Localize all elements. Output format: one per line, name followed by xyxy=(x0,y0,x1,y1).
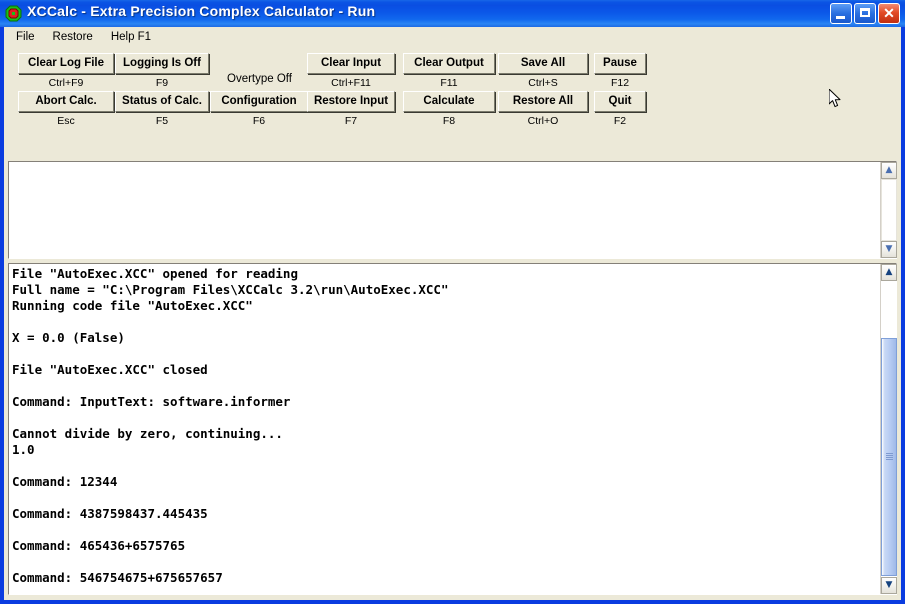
configuration-button[interactable]: Configuration xyxy=(210,91,308,112)
configuration-key: F6 xyxy=(252,115,266,127)
maximize-icon xyxy=(860,8,870,17)
output-text-pane[interactable]: File "AutoExec.XCC" opened for reading F… xyxy=(7,262,898,596)
menu-bar: File Restore Help F1 xyxy=(4,27,901,46)
input-pane-scrollbar[interactable]: ▲ ▼ xyxy=(880,162,897,258)
save-all-key: Ctrl+S xyxy=(528,77,558,89)
maximize-button[interactable] xyxy=(854,3,876,24)
calculate-button[interactable]: Calculate xyxy=(403,91,495,112)
calculate-key: F8 xyxy=(442,115,456,127)
input-scroll-thumb[interactable] xyxy=(881,179,897,241)
input-scroll-up-button[interactable]: ▲ xyxy=(881,162,897,179)
clear-log-file-key: Ctrl+F9 xyxy=(48,77,84,89)
output-scroll-up-button[interactable]: ▲ xyxy=(881,264,897,281)
input-scroll-down-button[interactable]: ▼ xyxy=(881,241,897,258)
logging-is-off-button[interactable]: Logging Is Off xyxy=(115,53,209,74)
clear-output-key: F11 xyxy=(440,77,458,89)
output-scroll-track[interactable] xyxy=(881,281,897,577)
restore-all-button[interactable]: Restore All xyxy=(498,91,588,112)
output-scroll-thumb[interactable] xyxy=(881,338,897,576)
application-window: XCCalc - Extra Precision Complex Calcula… xyxy=(0,0,905,604)
input-text-pane[interactable]: ▲ ▼ xyxy=(7,160,898,260)
status-of-calc-key: F5 xyxy=(155,115,169,127)
status-of-calc-button[interactable]: Status of Calc. xyxy=(115,91,209,112)
scroll-grip-icon xyxy=(886,453,893,460)
quit-key: F2 xyxy=(613,115,627,127)
minimize-button[interactable] xyxy=(830,3,852,24)
save-all-button[interactable]: Save All xyxy=(498,53,588,74)
chevron-up-icon: ▲ xyxy=(885,267,893,277)
chevron-up-icon: ▲ xyxy=(885,165,893,175)
window-title: XCCalc - Extra Precision Complex Calcula… xyxy=(27,3,376,19)
clear-output-button[interactable]: Clear Output xyxy=(403,53,495,74)
menu-item-help[interactable]: Help F1 xyxy=(103,29,159,45)
chevron-down-icon: ▼ xyxy=(885,244,893,254)
logging-is-off-key: F9 xyxy=(155,77,169,89)
title-bar[interactable]: XCCalc - Extra Precision Complex Calcula… xyxy=(0,0,905,27)
clear-input-button[interactable]: Clear Input xyxy=(307,53,395,74)
restore-all-key: Ctrl+O xyxy=(527,115,559,127)
input-scroll-track[interactable] xyxy=(881,179,897,241)
abort-calc-key: Esc xyxy=(57,115,75,127)
restore-input-key: F7 xyxy=(344,115,358,127)
clear-log-file-button[interactable]: Clear Log File xyxy=(18,53,114,74)
restore-input-button[interactable]: Restore Input xyxy=(307,91,395,112)
abort-calc-button[interactable]: Abort Calc. xyxy=(18,91,114,112)
pause-key: F12 xyxy=(610,77,630,89)
app-octagon-icon xyxy=(5,5,22,22)
output-scroll-down-button[interactable]: ▼ xyxy=(881,577,897,594)
pause-button[interactable]: Pause xyxy=(594,53,646,74)
close-button[interactable]: ✕ xyxy=(878,3,900,24)
output-text-content[interactable]: File "AutoExec.XCC" opened for reading F… xyxy=(12,266,878,586)
close-icon: ✕ xyxy=(883,5,895,21)
overtype-status-label: Overtype Off xyxy=(227,73,292,85)
toolbar: Clear Log File Ctrl+F9 Logging Is Off F9… xyxy=(4,46,901,158)
client-area: File Restore Help F1 Clear Log File Ctrl… xyxy=(4,27,901,600)
output-pane-scrollbar[interactable]: ▲ ▼ xyxy=(880,264,897,594)
chevron-down-icon: ▼ xyxy=(885,580,893,590)
menu-item-restore[interactable]: Restore xyxy=(45,29,101,45)
menu-item-file[interactable]: File xyxy=(8,29,43,45)
minimize-icon xyxy=(836,16,845,19)
clear-input-key: Ctrl+F11 xyxy=(331,77,371,89)
quit-button[interactable]: Quit xyxy=(594,91,646,112)
